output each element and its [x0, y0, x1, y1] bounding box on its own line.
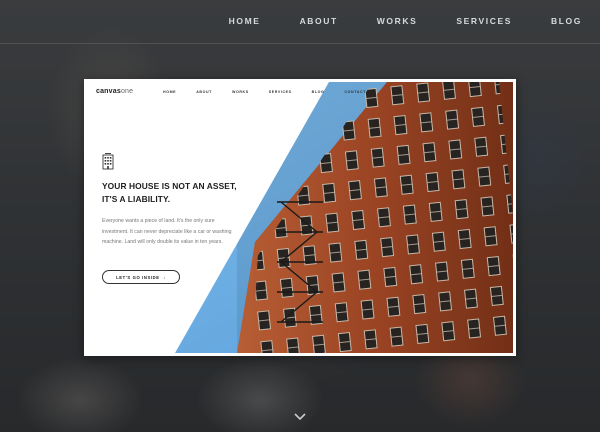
preview-menu-contact[interactable]: CONTACT [344, 90, 366, 94]
nav-item-works[interactable]: WORKS [377, 16, 418, 26]
website-preview: canvasone HOME ABOUT WORKS SERVICES BLOG… [84, 79, 516, 356]
preview-menu: HOME ABOUT WORKS SERVICES BLOG CONTACT [163, 90, 386, 94]
nav-menu: HOME ABOUT WORKS SERVICES BLOG [190, 16, 582, 26]
hero-headline-line2: IT'S A LIABILITY. [102, 193, 171, 204]
chevron-down-icon[interactable] [293, 412, 307, 422]
preview-navbar: canvasone HOME ABOUT WORKS SERVICES BLOG… [87, 82, 513, 104]
preview-menu-blog[interactable]: BLOG [312, 90, 325, 94]
preview-menu-works[interactable]: WORKS [232, 90, 249, 94]
nav-item-home[interactable]: HOME [229, 16, 261, 26]
hero-headline-line1: YOUR HOUSE IS NOT AN ASSET, [102, 181, 237, 191]
preview-menu-about[interactable]: ABOUT [196, 90, 212, 94]
top-navigation: HOME ABOUT WORKS SERVICES BLOG [0, 0, 600, 44]
preview-logo[interactable]: canvasone [96, 88, 133, 95]
nav-item-about[interactable]: ABOUT [300, 16, 338, 26]
arrow-down-icon: ↓ [163, 274, 166, 280]
preview-menu-home[interactable]: HOME [163, 90, 176, 94]
nav-item-services[interactable]: SERVICES [456, 16, 512, 26]
preview-menu-services[interactable]: SERVICES [269, 90, 292, 94]
hero-headline: YOUR HOUSE IS NOT AN ASSET, IT'S A LIABI… [102, 180, 242, 205]
logo-text-bold: canvas [96, 88, 121, 95]
building-icon [102, 153, 114, 170]
button-label: LET'S GO INSIDE [116, 274, 160, 280]
hero-body-text: Everyone wants a piece of land. It's the… [102, 218, 232, 246]
nav-item-blog[interactable]: BLOG [551, 16, 582, 26]
logo-text-light: one [120, 88, 134, 95]
lets-go-inside-button[interactable]: LET'S GO INSIDE ↓ [102, 270, 180, 284]
